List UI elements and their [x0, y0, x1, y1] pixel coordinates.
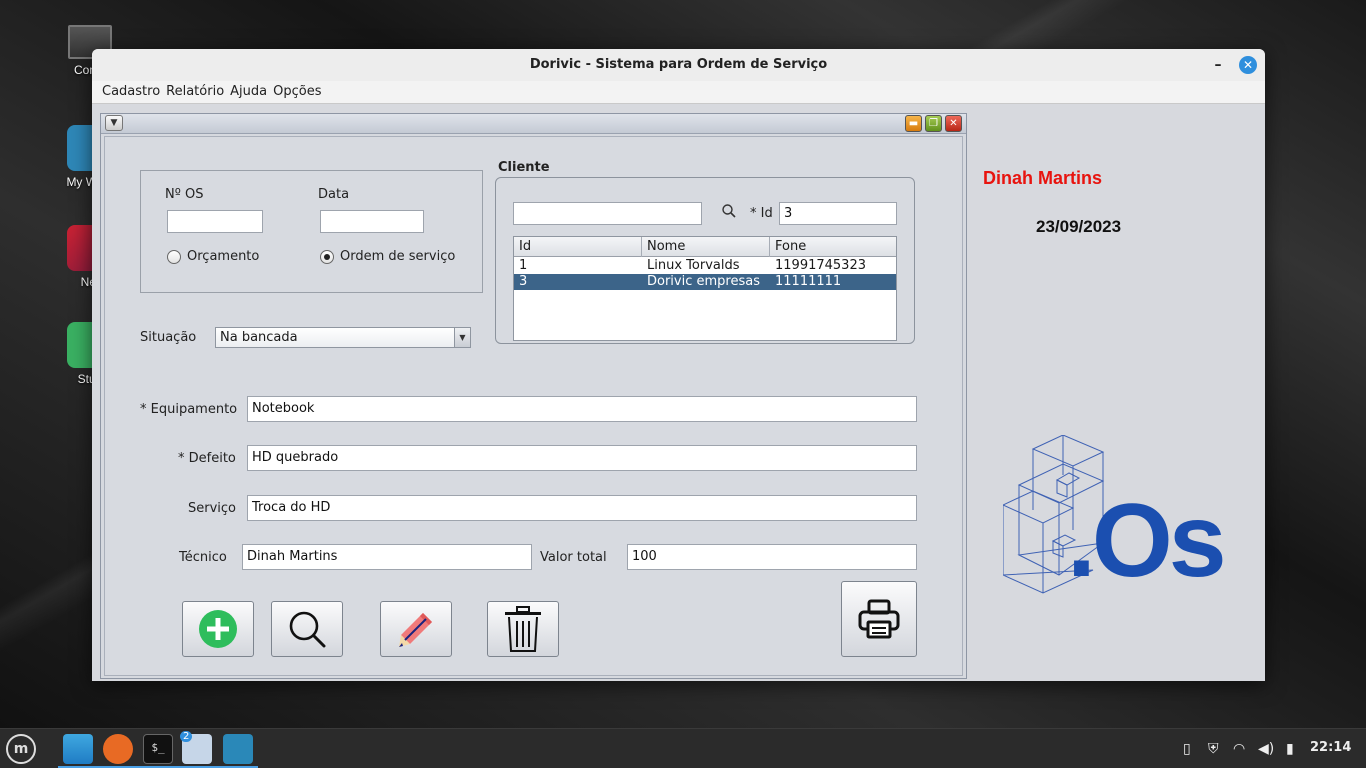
date-field[interactable]: [320, 210, 424, 233]
technician-field[interactable]: Dinah Martins: [242, 544, 532, 570]
logo-text: .Os: [1067, 483, 1227, 599]
os-number-field[interactable]: [167, 210, 263, 233]
trash-icon: [505, 606, 541, 652]
os-internal-frame: ▼ ▬ ❐ ✕ Nº OS Data Orçamento Ordem de se…: [100, 113, 967, 679]
app-logo: .Os: [1001, 434, 1233, 605]
service-field[interactable]: Troca do HD: [247, 495, 917, 521]
equipment-label: * Equipamento: [140, 402, 238, 417]
cell-id: 1: [519, 258, 528, 273]
service-label: Serviço: [188, 501, 237, 516]
equipment-field[interactable]: Notebook: [247, 396, 917, 422]
terminal-app-icon[interactable]: $_: [143, 734, 173, 764]
total-value-field[interactable]: 100: [627, 544, 917, 570]
radio-budget-label[interactable]: Orçamento: [187, 249, 259, 264]
chevron-down-icon[interactable]: ▼: [454, 328, 470, 347]
print-os-button[interactable]: [841, 581, 917, 657]
column-header-id[interactable]: Id: [514, 237, 642, 257]
mint-menu-icon[interactable]: m: [6, 734, 36, 764]
printer-icon: [858, 599, 900, 639]
current-date: 23/09/2023: [1036, 217, 1122, 236]
search-os-button[interactable]: [271, 601, 343, 657]
files-app-icon[interactable]: [63, 734, 93, 764]
pencil-icon: [399, 613, 432, 647]
mysql-workbench-app-icon[interactable]: [223, 734, 253, 764]
clipboard-icon[interactable]: ▯: [1183, 741, 1191, 757]
frame-minimize-button[interactable]: ▬: [905, 115, 922, 132]
workspace-badge: 2: [180, 731, 193, 742]
status-value: Na bancada: [220, 330, 298, 345]
wifi-icon[interactable]: ◠: [1233, 741, 1245, 757]
netbeans-app-icon[interactable]: 2: [180, 731, 212, 764]
menu-ajuda[interactable]: Ajuda: [230, 81, 267, 103]
taskbar: m $_ 2 ▯ ⛨ ◠ ◀) ▮ 22:14: [0, 728, 1366, 768]
cell-phone: 11991745323: [775, 258, 866, 273]
cell-phone: 11111111: [775, 274, 842, 289]
magnifier-icon: [289, 611, 326, 648]
client-id-label: * Id: [750, 206, 773, 221]
shield-icon[interactable]: ⛨: [1208, 741, 1219, 757]
cell-id: 3: [519, 274, 528, 289]
menu-relatorio[interactable]: Relatório: [166, 81, 224, 103]
clock[interactable]: 22:14: [1310, 740, 1351, 755]
side-panel: Dinah Martins 23/09/2023 .Os: [967, 105, 1265, 681]
os-number-label: Nº OS: [165, 187, 204, 202]
window-title: Dorivic - Sistema para Ordem de Serviço: [529, 57, 828, 72]
client-group-title: Cliente: [498, 160, 550, 175]
minimize-button[interactable]: –: [1209, 56, 1227, 74]
status-label: Situação: [140, 330, 197, 345]
total-value-label: Valor total: [540, 550, 607, 565]
table-row-selected[interactable]: 3 Dorivic empresas 11111111: [514, 274, 896, 290]
table-row[interactable]: 1 Linux Torvalds 11991745323: [514, 258, 896, 274]
date-label: Data: [318, 187, 350, 202]
cell-name: Dorivic empresas: [647, 274, 760, 289]
internal-frame-titlebar[interactable]: ▼ ▬ ❐ ✕: [101, 114, 966, 134]
firefox-app-icon[interactable]: [103, 734, 133, 764]
delete-os-button[interactable]: [487, 601, 559, 657]
window-titlebar[interactable]: Dorivic - Sistema para Ordem de Serviço …: [92, 49, 1265, 81]
main-window: Dorivic - Sistema para Ordem de Serviço …: [92, 49, 1265, 681]
frame-maximize-button[interactable]: ❐: [925, 115, 942, 132]
client-id-field[interactable]: 3: [779, 202, 897, 225]
frame-close-button[interactable]: ✕: [945, 115, 962, 132]
volume-icon[interactable]: ◀): [1258, 741, 1274, 757]
column-header-phone[interactable]: Fone: [770, 237, 896, 257]
radio-service-order-label[interactable]: Ordem de serviço: [340, 249, 455, 264]
search-icon[interactable]: [721, 203, 737, 219]
technician-label: Técnico: [179, 550, 227, 565]
logged-user-name: Dinah Martins: [983, 168, 1103, 188]
plus-icon: [199, 610, 237, 648]
status-select[interactable]: Na bancada ▼: [215, 327, 471, 348]
column-header-name[interactable]: Nome: [642, 237, 770, 257]
radio-budget[interactable]: [167, 250, 181, 264]
os-form: Nº OS Data Orçamento Ordem de serviço Si…: [104, 136, 963, 676]
client-table-header: Id Nome Fone: [514, 237, 896, 257]
frame-menu-button[interactable]: ▼: [105, 115, 123, 131]
add-os-button[interactable]: [182, 601, 254, 657]
client-search-field[interactable]: [513, 202, 702, 225]
client-table[interactable]: Id Nome Fone 1 Linux Torvalds 1199174532…: [513, 236, 897, 341]
menu-opcoes[interactable]: Opções: [273, 81, 321, 103]
cell-name: Linux Torvalds: [647, 258, 740, 273]
menu-cadastro[interactable]: Cadastro: [102, 81, 160, 103]
defect-field[interactable]: HD quebrado: [247, 445, 917, 471]
close-button[interactable]: ✕: [1239, 56, 1257, 74]
menu-bar: Cadastro Relatório Ajuda Opções: [92, 81, 1265, 104]
defect-label: * Defeito: [178, 451, 236, 466]
battery-icon[interactable]: ▮: [1286, 741, 1294, 757]
radio-service-order[interactable]: [320, 250, 334, 264]
edit-os-button[interactable]: [380, 601, 452, 657]
